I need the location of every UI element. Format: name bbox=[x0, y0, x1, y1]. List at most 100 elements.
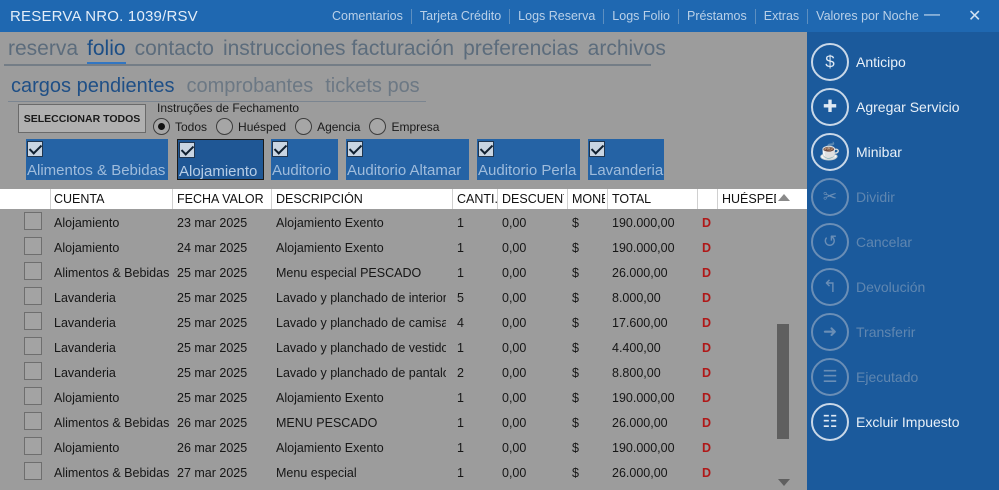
table-row[interactable]: Alojamiento 23 mar 2025 Alojamiento Exento… bbox=[0, 210, 790, 235]
cell-descuento: 0,00 bbox=[502, 366, 527, 380]
subtab-comprobantes[interactable]: comprobantes bbox=[186, 75, 313, 98]
filter-alimentos-bebidas[interactable]: Alimentos & Bebidas bbox=[26, 139, 168, 180]
agregar-servicio-button[interactable]: ✚ Agregar Servicio bbox=[811, 87, 997, 127]
menu-logs-reserva[interactable]: Logs Reserva bbox=[510, 9, 605, 24]
col-huesped[interactable]: HUÉSPED bbox=[722, 192, 776, 206]
table-row[interactable]: Alimentos & Bebidas 26 mar 2025 MENU PESCA… bbox=[0, 410, 790, 435]
cell-flag: D bbox=[702, 366, 712, 380]
filter-checkbox[interactable] bbox=[589, 141, 605, 157]
col-total[interactable]: TOTAL bbox=[612, 192, 694, 206]
menu-extras[interactable]: Extras bbox=[756, 9, 809, 24]
filter-auditorio-altamar[interactable]: Auditorio Altamar bbox=[346, 139, 469, 180]
menu-tarjeta-credito[interactable]: Tarjeta Crédito bbox=[412, 9, 511, 24]
radio-todos-label: Todos bbox=[175, 119, 208, 134]
menu-logs-folio[interactable]: Logs Folio bbox=[604, 9, 679, 24]
cell-cantidad: 2 bbox=[457, 366, 464, 380]
table-row[interactable]: Alojamiento 26 mar 2025 Alojamiento Exento… bbox=[0, 435, 790, 460]
menu-valores-por-noche[interactable]: Valores por Noche bbox=[808, 9, 927, 24]
filter-checkbox[interactable] bbox=[272, 141, 288, 157]
row-checkbox[interactable] bbox=[24, 237, 42, 255]
devoluci-n-button[interactable]: ↰ Devolución bbox=[811, 267, 997, 307]
tab-reserva[interactable]: reserva bbox=[8, 37, 78, 64]
col-cantidad[interactable]: CANTI. bbox=[457, 192, 497, 206]
scroll-down-icon[interactable] bbox=[778, 479, 790, 486]
table-row[interactable]: Lavanderia 25 mar 2025 Lavado y planchado … bbox=[0, 310, 790, 335]
row-checkbox[interactable] bbox=[24, 387, 42, 405]
tab-archivos[interactable]: archivos bbox=[588, 37, 666, 64]
sort-ascending-icon[interactable] bbox=[778, 194, 790, 201]
col-fecha-valor[interactable]: FECHA VALOR bbox=[177, 192, 269, 206]
table-header: CUENTA FECHA VALOR DESCRIPCIÓN CANTI. DE… bbox=[0, 189, 807, 209]
excluir-impuesto-button[interactable]: ☷ Excluir Impuesto bbox=[811, 402, 997, 442]
cell-cuenta: Lavanderia bbox=[54, 316, 116, 330]
tab-contacto[interactable]: contacto bbox=[135, 37, 214, 64]
row-checkbox[interactable] bbox=[24, 412, 42, 430]
cell-fecha-valor: 23 mar 2025 bbox=[177, 216, 248, 230]
filter-auditorio[interactable]: Auditorio bbox=[271, 139, 338, 180]
action-label: Cancelar bbox=[856, 234, 913, 250]
table-row[interactable]: Alojamiento 25 mar 2025 Alojamiento Exento… bbox=[0, 385, 790, 410]
tab-preferencias[interactable]: preferencias bbox=[463, 37, 579, 64]
cell-moneda: $ bbox=[572, 341, 579, 355]
table-row[interactable]: Lavanderia 25 mar 2025 Lavado y planchado … bbox=[0, 335, 790, 360]
row-checkbox[interactable] bbox=[24, 287, 42, 305]
menu-comentarios[interactable]: Comentarios bbox=[324, 9, 412, 24]
anticipo-button[interactable]: $ Anticipo bbox=[811, 42, 997, 82]
table-row[interactable]: Lavanderia 25 mar 2025 Lavado y planchado … bbox=[0, 360, 790, 385]
cell-descripcion: Alojamiento Exento bbox=[276, 441, 384, 455]
close-icon[interactable]: ✕ bbox=[968, 6, 981, 26]
subtab-cargos-pendientes[interactable]: cargos pendientes bbox=[11, 75, 174, 98]
radio-empresa[interactable] bbox=[369, 118, 387, 135]
vertical-scrollbar-thumb[interactable] bbox=[777, 324, 789, 439]
cell-flag: D bbox=[702, 241, 712, 255]
cell-cuenta: Lavanderia bbox=[54, 291, 116, 305]
minibar-button[interactable]: ☕ Minibar bbox=[811, 132, 997, 172]
col-descuento[interactable]: DESCUENTO bbox=[502, 192, 564, 206]
table-row[interactable]: Lavanderia 25 mar 2025 Lavado y planchado … bbox=[0, 285, 790, 310]
cell-descripcion: Menu especial PESCADO bbox=[276, 266, 422, 280]
cell-descuento: 0,00 bbox=[502, 316, 527, 330]
radio-huesped[interactable] bbox=[216, 118, 234, 135]
row-checkbox[interactable] bbox=[24, 312, 42, 330]
radio-agencia[interactable] bbox=[295, 118, 313, 135]
filter-alojamiento[interactable]: Alojamiento bbox=[177, 139, 264, 180]
tab-folio[interactable]: folio bbox=[87, 37, 126, 64]
minimize-icon[interactable]: — bbox=[924, 6, 940, 24]
col-cuenta[interactable]: CUENTA bbox=[54, 192, 170, 206]
filter-lavanderia[interactable]: Lavanderia bbox=[588, 139, 664, 180]
table-row[interactable]: Alojamiento 24 mar 2025 Alojamiento Exento… bbox=[0, 235, 790, 260]
row-checkbox[interactable] bbox=[24, 262, 42, 280]
title-bar: RESERVA NRO. 1039/RSV Comentarios Tarjet… bbox=[0, 0, 999, 32]
radio-huesped-label: Huésped bbox=[238, 119, 287, 134]
filter-checkbox[interactable] bbox=[347, 141, 363, 157]
filter-label: Auditorio bbox=[272, 162, 332, 179]
row-checkbox[interactable] bbox=[24, 337, 42, 355]
dividir-button[interactable]: ✂ Dividir bbox=[811, 177, 997, 217]
col-moneda[interactable]: MONEDA bbox=[572, 192, 605, 206]
cell-moneda: $ bbox=[572, 366, 579, 380]
select-all-button[interactable]: SELECCIONAR TODOS bbox=[18, 104, 146, 133]
ejecutado-button[interactable]: ☰ Ejecutado bbox=[811, 357, 997, 397]
transferir-button[interactable]: ➜ Transferir bbox=[811, 312, 997, 352]
row-checkbox[interactable] bbox=[24, 462, 42, 480]
cell-cuenta: Alimentos & Bebidas bbox=[54, 466, 170, 480]
table-row[interactable]: Alimentos & Bebidas 25 mar 2025 Menu espec… bbox=[0, 260, 790, 285]
tab-instrucciones-facturacion[interactable]: instrucciones facturación bbox=[223, 37, 454, 64]
cell-moneda: $ bbox=[572, 216, 579, 230]
cell-cantidad: 1 bbox=[457, 391, 464, 405]
row-checkbox[interactable] bbox=[24, 362, 42, 380]
cell-descripcion: Lavado y planchado de interiores bbox=[276, 291, 446, 305]
row-checkbox[interactable] bbox=[24, 212, 42, 230]
filter-checkbox[interactable] bbox=[27, 141, 43, 157]
row-checkbox[interactable] bbox=[24, 437, 42, 455]
table-row[interactable]: Alimentos & Bebidas 27 mar 2025 Menu espec… bbox=[0, 460, 790, 485]
filter-checkbox[interactable] bbox=[478, 141, 494, 157]
filter-auditorio-perla[interactable]: Auditorio Perla bbox=[477, 139, 580, 180]
menu-prestamos[interactable]: Préstamos bbox=[679, 9, 756, 24]
filter-checkbox[interactable] bbox=[179, 142, 195, 158]
action-label: Minibar bbox=[856, 144, 902, 160]
subtab-tickets-pos[interactable]: tickets pos bbox=[325, 75, 419, 98]
col-descripcion[interactable]: DESCRIPCIÓN bbox=[276, 192, 448, 206]
cancelar-button[interactable]: ↺ Cancelar bbox=[811, 222, 997, 262]
radio-todos[interactable] bbox=[153, 118, 170, 135]
